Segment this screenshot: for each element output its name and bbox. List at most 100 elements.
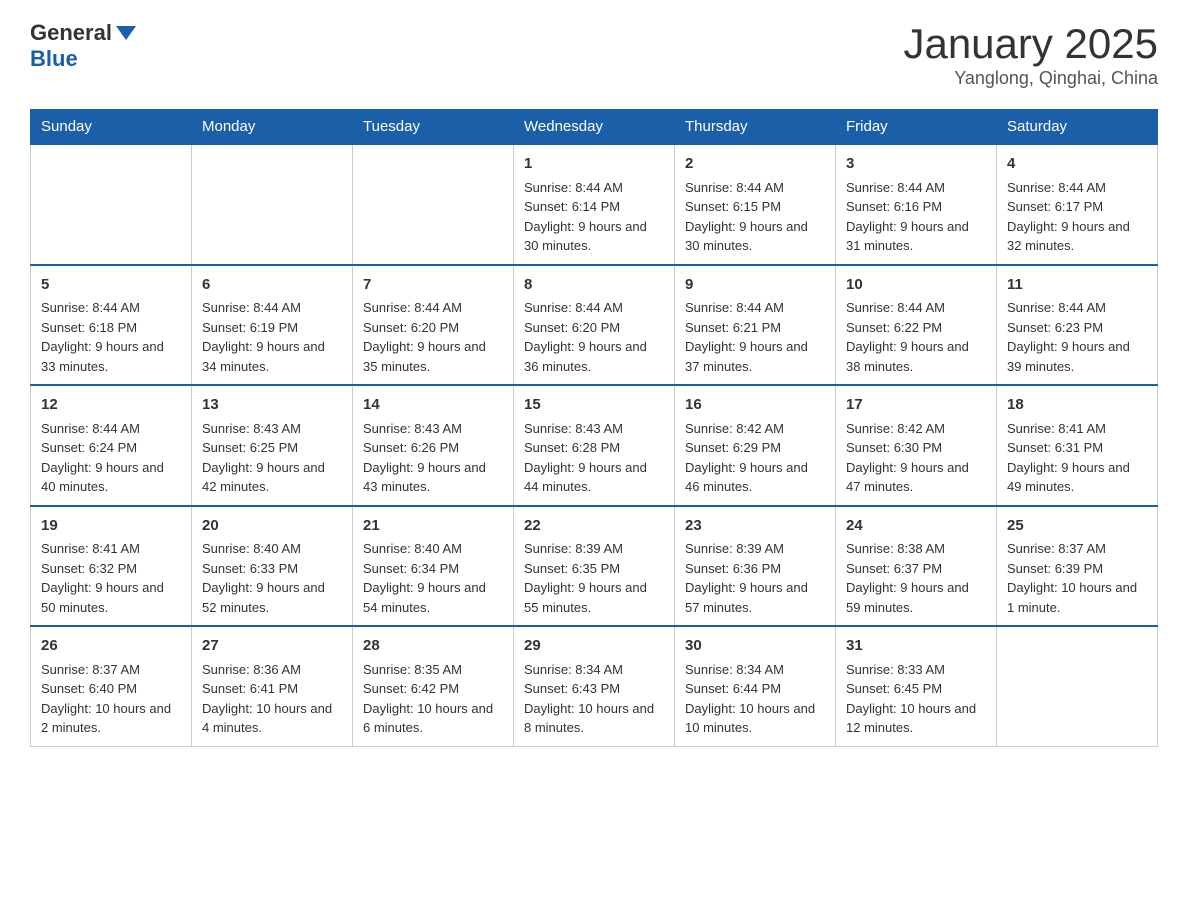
calendar-cell: 19Sunrise: 8:41 AMSunset: 6:32 PMDayligh… — [31, 506, 192, 627]
calendar-cell: 11Sunrise: 8:44 AMSunset: 6:23 PMDayligh… — [997, 265, 1158, 386]
day-info: Sunset: 6:15 PM — [685, 197, 825, 217]
day-info: Daylight: 10 hours and 1 minute. — [1007, 578, 1147, 617]
day-info: Sunrise: 8:37 AM — [41, 660, 181, 680]
day-info: Daylight: 9 hours and 35 minutes. — [363, 337, 503, 376]
month-title: January 2025 — [903, 20, 1158, 68]
day-info: Sunset: 6:22 PM — [846, 318, 986, 338]
day-info: Sunrise: 8:37 AM — [1007, 539, 1147, 559]
day-info: Sunset: 6:35 PM — [524, 559, 664, 579]
calendar-cell: 4Sunrise: 8:44 AMSunset: 6:17 PMDaylight… — [997, 144, 1158, 265]
day-number: 22 — [524, 515, 664, 538]
day-info: Daylight: 9 hours and 38 minutes. — [846, 337, 986, 376]
day-info: Sunrise: 8:43 AM — [524, 419, 664, 439]
day-info: Sunrise: 8:44 AM — [363, 298, 503, 318]
day-info: Sunset: 6:20 PM — [363, 318, 503, 338]
day-info: Sunrise: 8:44 AM — [685, 178, 825, 198]
calendar-cell: 8Sunrise: 8:44 AMSunset: 6:20 PMDaylight… — [514, 265, 675, 386]
day-number: 1 — [524, 153, 664, 176]
calendar-cell: 15Sunrise: 8:43 AMSunset: 6:28 PMDayligh… — [514, 385, 675, 506]
day-info: Sunrise: 8:44 AM — [846, 298, 986, 318]
day-number: 17 — [846, 394, 986, 417]
day-info: Daylight: 10 hours and 10 minutes. — [685, 699, 825, 738]
location-title: Yanglong, Qinghai, China — [903, 68, 1158, 89]
day-info: Sunrise: 8:44 AM — [524, 298, 664, 318]
calendar-cell: 2Sunrise: 8:44 AMSunset: 6:15 PMDaylight… — [675, 144, 836, 265]
day-info: Daylight: 10 hours and 4 minutes. — [202, 699, 342, 738]
day-number: 24 — [846, 515, 986, 538]
day-info: Daylight: 10 hours and 2 minutes. — [41, 699, 181, 738]
day-info: Sunset: 6:16 PM — [846, 197, 986, 217]
day-number: 21 — [363, 515, 503, 538]
day-info: Daylight: 9 hours and 54 minutes. — [363, 578, 503, 617]
day-info: Sunset: 6:26 PM — [363, 438, 503, 458]
day-info: Sunset: 6:33 PM — [202, 559, 342, 579]
day-number: 26 — [41, 635, 181, 658]
day-info: Sunset: 6:39 PM — [1007, 559, 1147, 579]
day-number: 3 — [846, 153, 986, 176]
logo-triangle-icon — [116, 26, 136, 40]
day-info: Sunrise: 8:33 AM — [846, 660, 986, 680]
weekday-header: Wednesday — [514, 110, 675, 145]
calendar-cell: 26Sunrise: 8:37 AMSunset: 6:40 PMDayligh… — [31, 626, 192, 746]
day-info: Daylight: 10 hours and 12 minutes. — [846, 699, 986, 738]
day-info: Sunrise: 8:36 AM — [202, 660, 342, 680]
day-info: Sunrise: 8:44 AM — [41, 298, 181, 318]
day-info: Daylight: 9 hours and 47 minutes. — [846, 458, 986, 497]
day-info: Sunset: 6:45 PM — [846, 679, 986, 699]
day-info: Daylight: 9 hours and 55 minutes. — [524, 578, 664, 617]
day-info: Sunset: 6:21 PM — [685, 318, 825, 338]
calendar-cell — [31, 144, 192, 265]
day-number: 6 — [202, 274, 342, 297]
day-info: Sunset: 6:43 PM — [524, 679, 664, 699]
day-info: Sunrise: 8:41 AM — [1007, 419, 1147, 439]
calendar-header-row: SundayMondayTuesdayWednesdayThursdayFrid… — [31, 110, 1158, 145]
day-info: Sunset: 6:24 PM — [41, 438, 181, 458]
calendar-cell: 12Sunrise: 8:44 AMSunset: 6:24 PMDayligh… — [31, 385, 192, 506]
page-header: General Blue January 2025 Yanglong, Qing… — [30, 20, 1158, 89]
day-info: Sunset: 6:19 PM — [202, 318, 342, 338]
day-info: Daylight: 9 hours and 30 minutes. — [524, 217, 664, 256]
calendar-week-row: 1Sunrise: 8:44 AMSunset: 6:14 PMDaylight… — [31, 144, 1158, 265]
day-number: 9 — [685, 274, 825, 297]
day-info: Sunrise: 8:38 AM — [846, 539, 986, 559]
day-number: 4 — [1007, 153, 1147, 176]
weekday-header: Sunday — [31, 110, 192, 145]
day-info: Sunset: 6:23 PM — [1007, 318, 1147, 338]
day-info: Sunrise: 8:40 AM — [363, 539, 503, 559]
day-info: Sunrise: 8:40 AM — [202, 539, 342, 559]
day-number: 14 — [363, 394, 503, 417]
day-number: 28 — [363, 635, 503, 658]
day-number: 7 — [363, 274, 503, 297]
day-info: Sunrise: 8:44 AM — [524, 178, 664, 198]
day-info: Sunset: 6:17 PM — [1007, 197, 1147, 217]
day-info: Daylight: 9 hours and 43 minutes. — [363, 458, 503, 497]
calendar-cell: 21Sunrise: 8:40 AMSunset: 6:34 PMDayligh… — [353, 506, 514, 627]
day-info: Daylight: 9 hours and 44 minutes. — [524, 458, 664, 497]
calendar-week-row: 19Sunrise: 8:41 AMSunset: 6:32 PMDayligh… — [31, 506, 1158, 627]
day-number: 16 — [685, 394, 825, 417]
logo-blue: Blue — [30, 46, 78, 72]
calendar-cell: 17Sunrise: 8:42 AMSunset: 6:30 PMDayligh… — [836, 385, 997, 506]
weekday-header: Tuesday — [353, 110, 514, 145]
day-info: Sunrise: 8:44 AM — [846, 178, 986, 198]
calendar-cell: 28Sunrise: 8:35 AMSunset: 6:42 PMDayligh… — [353, 626, 514, 746]
day-info: Sunrise: 8:44 AM — [202, 298, 342, 318]
day-info: Sunrise: 8:35 AM — [363, 660, 503, 680]
day-info: Sunset: 6:14 PM — [524, 197, 664, 217]
calendar-cell: 1Sunrise: 8:44 AMSunset: 6:14 PMDaylight… — [514, 144, 675, 265]
day-info: Daylight: 9 hours and 42 minutes. — [202, 458, 342, 497]
day-info: Daylight: 9 hours and 31 minutes. — [846, 217, 986, 256]
day-info: Sunrise: 8:44 AM — [1007, 298, 1147, 318]
day-info: Sunset: 6:36 PM — [685, 559, 825, 579]
day-info: Daylight: 9 hours and 34 minutes. — [202, 337, 342, 376]
day-info: Daylight: 9 hours and 57 minutes. — [685, 578, 825, 617]
day-info: Daylight: 9 hours and 46 minutes. — [685, 458, 825, 497]
calendar-cell: 29Sunrise: 8:34 AMSunset: 6:43 PMDayligh… — [514, 626, 675, 746]
day-info: Sunset: 6:37 PM — [846, 559, 986, 579]
calendar-cell: 6Sunrise: 8:44 AMSunset: 6:19 PMDaylight… — [192, 265, 353, 386]
calendar-cell: 23Sunrise: 8:39 AMSunset: 6:36 PMDayligh… — [675, 506, 836, 627]
day-info: Sunset: 6:25 PM — [202, 438, 342, 458]
day-info: Daylight: 9 hours and 59 minutes. — [846, 578, 986, 617]
day-info: Daylight: 10 hours and 6 minutes. — [363, 699, 503, 738]
calendar-cell: 31Sunrise: 8:33 AMSunset: 6:45 PMDayligh… — [836, 626, 997, 746]
